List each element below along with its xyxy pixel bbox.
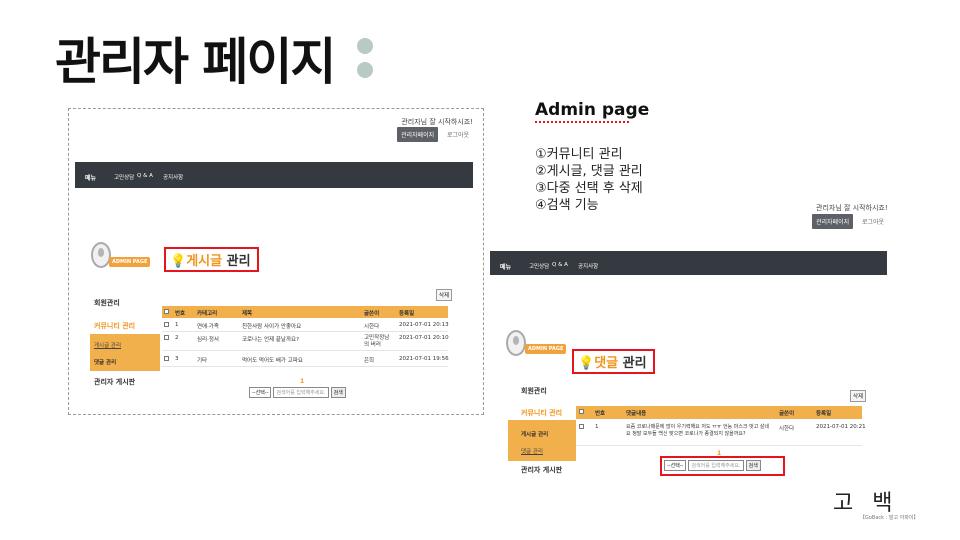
logout-link[interactable]: 로그아웃	[862, 217, 884, 226]
page-number[interactable]: 1	[300, 378, 304, 385]
row-checkbox[interactable]	[579, 424, 584, 431]
search-category-select[interactable]: --선택--	[249, 387, 272, 398]
brand-title: 고 백	[833, 491, 899, 516]
search-bar: --선택-- 검색어를 입력해주세요. 검색	[249, 387, 346, 398]
post-management-screenshot: 관리자님 잘 시작하시죠! 관리자페이지 로그아웃 메뉴 고민상담 Q & A …	[68, 108, 484, 415]
table-row: 2 심리·정서 코로나는 언제 끝날까요? 고민작정남의 버러 2021-07-…	[162, 332, 449, 351]
sidebar-item-posts[interactable]: 게시글 관리	[521, 430, 548, 438]
feature-item: ④검색 기능	[535, 198, 599, 213]
greeting-text: 관리자님 잘 시작하시죠!	[816, 204, 888, 212]
menu-label: 메뉴	[500, 264, 512, 271]
menu-bar: 메뉴 고민상담 Q & A 공지사항	[75, 162, 473, 188]
select-all-checkbox[interactable]	[579, 409, 584, 416]
brand-subtitle: 【GoBack : 말고 아파이】	[860, 515, 919, 521]
sidebar-item-members[interactable]: 회원관리	[94, 298, 120, 308]
sidebar-item-admin-board[interactable]: 관리자 게시판	[94, 377, 135, 387]
table-row: 3 기타 먹어도 먹어도 배가 고파요 은희 2021-07-01 19:56	[162, 351, 449, 367]
lightbulb-icon: 💡	[578, 356, 595, 371]
greeting-text: 관리자님 잘 시작하시죠!	[401, 118, 473, 126]
sidebar-item-members[interactable]: 회원관리	[521, 386, 547, 396]
search-input[interactable]: 검색어를 입력해주세요.	[273, 387, 329, 398]
lightbulb-icon: 💡	[170, 254, 187, 269]
sidebar-item-admin-board[interactable]: 관리자 게시판	[521, 465, 562, 475]
admin-page-button[interactable]: 관리자페이지	[397, 127, 439, 142]
menu-link-notice[interactable]: 공지사항	[578, 262, 598, 270]
comment-content[interactable]: 요즘 코로나때문에 많이 우기력해요 저도 ㅠㅠ 언능 마스크 벗고 살네요 정…	[626, 424, 771, 438]
table-row: 1 연애·가족 친한사람 사이가 안좋아요 시한다 2021-07-01 20:…	[162, 319, 449, 332]
search-highlight-box	[660, 456, 785, 476]
post-title-link[interactable]: 코로나는 언제 끝날까요?	[242, 335, 299, 343]
menu-link-qna[interactable]: Q & A	[137, 173, 153, 179]
menu-link-counsel[interactable]: 고민상담	[114, 173, 134, 181]
select-all-checkbox[interactable]	[164, 309, 169, 316]
sidebar-item-posts[interactable]: 게시글 관리	[94, 341, 121, 349]
slide-title: 관리자 페이지	[55, 33, 336, 91]
table-row: 1 요즘 코로나때문에 많이 우기력해요 저도 ㅠㅠ 언능 마스크 벗고 살네요…	[576, 420, 866, 446]
menu-link-counsel[interactable]: 고민상담	[529, 262, 549, 270]
menu-link-qna[interactable]: Q & A	[552, 262, 568, 268]
sidebar-item-community[interactable]: 커뮤니티 관리	[94, 321, 135, 331]
table-header: 번호 댓글내용 글쓴이 등록일	[576, 406, 862, 419]
sidebar-submenu: 게시글 관리 댓글 관리	[508, 420, 576, 461]
search-button[interactable]: 검색	[330, 387, 346, 398]
menu-link-notice[interactable]: 공지사항	[163, 173, 183, 181]
row-checkbox[interactable]	[164, 335, 169, 342]
row-checkbox[interactable]	[164, 356, 169, 363]
sidebar-item-comments[interactable]: 댓글 관리	[94, 358, 116, 366]
post-title-link[interactable]: 친한사람 사이가 안좋아요	[242, 322, 301, 330]
admin-avatar	[506, 330, 526, 356]
title-dot-bottom	[357, 62, 373, 78]
table-header: 번호 카테고리 제목 글쓴이 등록일	[162, 306, 448, 318]
sidebar-submenu: 게시글 관리 댓글 관리	[90, 334, 160, 371]
admin-page-badge: ADMIN PAGE	[109, 257, 151, 267]
admin-avatar	[91, 242, 111, 268]
post-title-link[interactable]: 먹어도 먹어도 배가 고파요	[242, 356, 303, 364]
sidebar-item-community[interactable]: 커뮤니티 관리	[521, 408, 562, 418]
section-title-posts: 💡게시글 관리	[164, 247, 259, 272]
menu-label: 메뉴	[85, 175, 97, 182]
spellcheck-underline	[535, 121, 629, 123]
sidebar-item-comments[interactable]: 댓글 관리	[521, 447, 543, 455]
section-title-comments: 💡댓글 관리	[572, 349, 655, 374]
title-dot-top	[357, 38, 373, 54]
admin-page-heading: Admin page	[535, 100, 650, 120]
delete-button[interactable]: 삭제	[436, 289, 453, 301]
delete-button[interactable]: 삭제	[850, 390, 867, 402]
admin-page-badge: ADMIN PAGE	[525, 344, 567, 354]
menu-bar: 메뉴 고민상담 Q & A 공지사항	[490, 251, 887, 275]
row-checkbox[interactable]	[164, 322, 169, 329]
logout-link[interactable]: 로그아웃	[447, 130, 469, 139]
admin-page-button[interactable]: 관리자페이지	[812, 214, 854, 229]
